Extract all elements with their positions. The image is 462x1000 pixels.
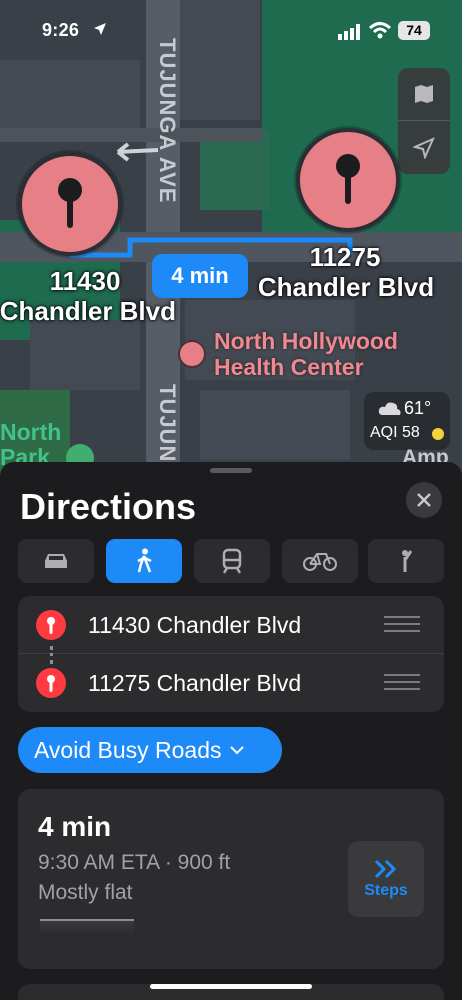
origin-pin-label-2: Chandler Blvd: [0, 296, 176, 326]
destination-pin[interactable]: [296, 128, 400, 232]
mode-transit-button[interactable]: [194, 539, 270, 583]
location-arrow-icon: [413, 136, 435, 159]
street-label-tujunga-bottom: TUJUN: [155, 384, 180, 463]
close-icon: [417, 493, 431, 507]
destination-pin-icon: [36, 668, 66, 698]
poi-label[interactable]: North Hollywood Health Center: [214, 328, 398, 380]
battery-indicator: 74: [398, 21, 430, 40]
cloud-icon: [378, 402, 401, 415]
poi-label-line2: Health Center: [214, 354, 364, 380]
destination-pin-label-1: 11275: [309, 242, 381, 272]
chevron-down-icon: [229, 746, 244, 755]
origin-pin[interactable]: [18, 152, 122, 256]
origin-row[interactable]: 11430 Chandler Blvd: [18, 596, 444, 654]
mode-walk-button[interactable]: [106, 539, 182, 583]
location-arrow-icon: [94, 23, 106, 35]
reorder-handle-icon[interactable]: [384, 616, 420, 634]
destination-row[interactable]: 11275 Chandler Blvd: [18, 654, 444, 712]
sheet-title: Directions: [20, 486, 197, 527]
origin-pin-label-1: 11430: [49, 266, 121, 296]
street-label-tujunga: TUJUNGA AVE: [155, 38, 180, 204]
route-duration: 4 min: [38, 811, 112, 842]
directions-sheet: Directions 11430 Chandler Blvd 11275 Cha…: [0, 462, 462, 1000]
map-view[interactable]: 9:26 74 TUJUNGA AVE TUJUN 11430 Chandler…: [0, 0, 462, 480]
route-time-bubble[interactable]: 4 min: [152, 254, 248, 298]
pin-icon: [58, 178, 82, 228]
weather-widget[interactable]: 61° AQI 58: [364, 392, 450, 450]
mode-drive-button[interactable]: [18, 539, 94, 583]
poi-label-line1: North Hollywood: [214, 328, 398, 354]
pin-icon: [336, 154, 360, 204]
avoid-busy-roads-button[interactable]: Avoid Busy Roads: [18, 727, 282, 773]
bicycle-icon: [303, 553, 337, 571]
aqi-dot-icon: [432, 428, 444, 440]
double-chevron-right-icon: [374, 859, 397, 879]
mode-rideshare-button[interactable]: [368, 539, 444, 583]
stethoscope-icon[interactable]: [178, 340, 206, 368]
map-icon: [415, 85, 433, 103]
signal-icon: [338, 24, 360, 40]
map-mode-button[interactable]: [398, 68, 450, 121]
status-time: 9:26: [42, 20, 80, 40]
weather-temp: 61°: [404, 398, 432, 418]
steps-label: Steps: [364, 882, 408, 899]
sheet-grabber[interactable]: [210, 468, 252, 473]
close-button[interactable]: [406, 482, 442, 518]
destination-text: 11275 Chandler Blvd: [88, 670, 302, 696]
map-controls: [398, 68, 450, 174]
weather-aqi: AQI 58: [370, 424, 420, 441]
steps-button[interactable]: Steps: [348, 841, 424, 917]
elevation-profile-fill: [40, 921, 134, 935]
car-icon: [45, 554, 67, 568]
origin-pin-icon: [36, 610, 66, 640]
walk-icon: [137, 548, 152, 573]
status-bar: 9:26 74: [0, 0, 462, 60]
locate-me-button[interactable]: [398, 121, 450, 174]
route-grade: Mostly flat: [38, 881, 133, 904]
origin-text: 11430 Chandler Blvd: [88, 612, 302, 638]
park-label-line1: North: [0, 419, 62, 445]
route-endpoints-card: 11430 Chandler Blvd 11275 Chandler Blvd: [18, 596, 444, 712]
route-result-card[interactable]: 4 min 9:30 AM ETA · 900 ft Mostly flat S…: [18, 789, 444, 969]
destination-pin-label-2: Chandler Blvd: [257, 272, 435, 302]
mode-cycle-button[interactable]: [282, 539, 358, 583]
home-indicator[interactable]: [150, 984, 312, 989]
train-icon: [222, 548, 242, 574]
transport-mode-selector: [18, 539, 444, 585]
avoid-label: Avoid Busy Roads: [34, 736, 222, 763]
route-eta: 9:30 AM ETA · 900 ft: [38, 851, 231, 874]
wifi-icon: [368, 22, 392, 39]
reorder-handle-icon[interactable]: [384, 674, 420, 692]
hail-person-icon: [402, 550, 413, 572]
